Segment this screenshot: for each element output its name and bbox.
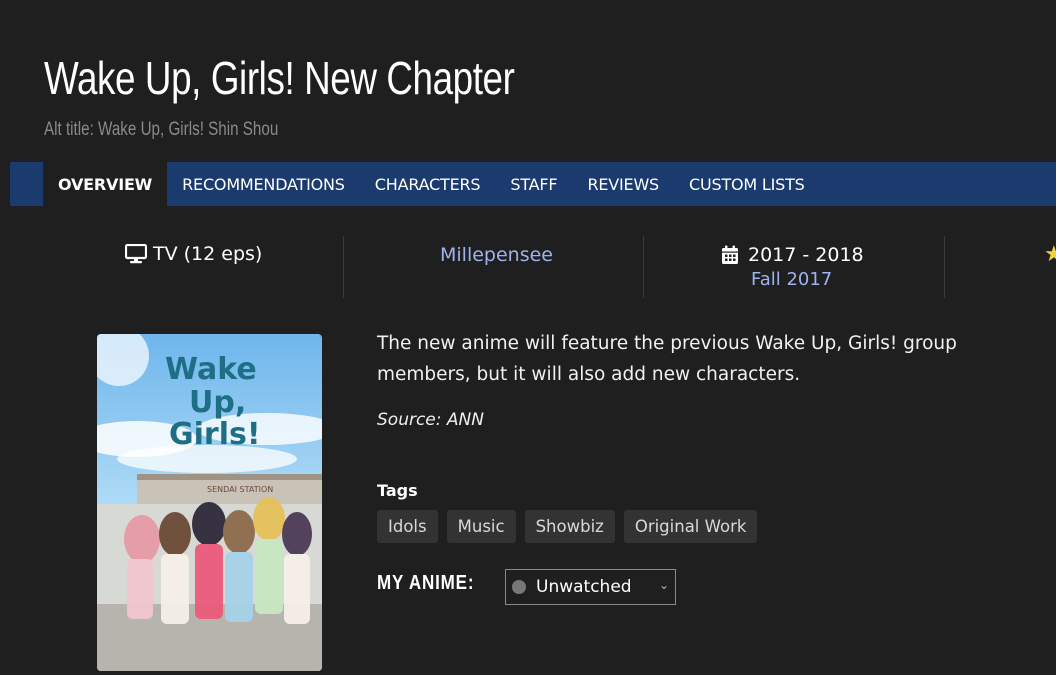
anime-page: Wake Up, Girls! New Chapter Alt title: W… bbox=[0, 0, 1056, 675]
chevron-down-icon: ⌄ bbox=[658, 578, 669, 592]
tag-showbiz[interactable]: Showbiz bbox=[524, 510, 615, 543]
star-icon: ★ bbox=[1044, 242, 1056, 267]
source: Source: ANN bbox=[377, 410, 484, 430]
tag-original-work[interactable]: Original Work bbox=[623, 510, 758, 543]
page-title: Wake Up, Girls! New Chapter bbox=[44, 52, 515, 104]
tag-list: Idols Music Showbiz Original Work bbox=[377, 510, 758, 543]
tab-custom-lists[interactable]: CUSTOM LISTS bbox=[674, 162, 820, 206]
info-type: TV (12 eps) bbox=[44, 236, 344, 298]
my-anime-label: MY ANIME: bbox=[377, 572, 475, 594]
tab-recommendations[interactable]: RECOMMENDATIONS bbox=[167, 162, 360, 206]
tag-idols[interactable]: Idols bbox=[377, 510, 438, 543]
tag-music[interactable]: Music bbox=[446, 510, 516, 543]
tab-bar: OVERVIEW RECOMMENDATIONS CHARACTERS STAF… bbox=[10, 162, 1056, 206]
tags-heading: Tags bbox=[377, 481, 418, 500]
tab-overview[interactable]: OVERVIEW bbox=[43, 162, 168, 206]
watch-status-value: Unwatched bbox=[536, 577, 632, 597]
poster-logo-line-1: Wake bbox=[165, 352, 257, 387]
poster-image: Wake Up, Girls! SENDAI STATION bbox=[97, 334, 322, 671]
tab-staff[interactable]: STAFF bbox=[495, 162, 572, 206]
tab-characters[interactable]: CHARACTERS bbox=[360, 162, 496, 206]
info-dates: 2017 - 2018 Fall 2017 bbox=[644, 236, 945, 298]
poster-station-sign: SENDAI STATION bbox=[207, 485, 273, 494]
season-link[interactable]: Fall 2017 bbox=[751, 269, 832, 290]
poster-logo-line-3: Girls! bbox=[169, 417, 261, 452]
years-text: 2017 - 2018 bbox=[748, 244, 864, 266]
info-studio: Millepensee bbox=[344, 236, 644, 298]
status-dot-icon bbox=[512, 580, 526, 594]
watch-status-select[interactable]: Unwatched ⌄ bbox=[505, 569, 676, 605]
info-row: TV (12 eps) Millepensee 2017 - 2018 Fall… bbox=[44, 236, 1056, 298]
tv-icon bbox=[125, 244, 147, 264]
alt-title: Alt title: Wake Up, Girls! Shin Shou bbox=[44, 119, 279, 140]
synopsis: The new anime will feature the previous … bbox=[377, 333, 957, 385]
studio-link[interactable]: Millepensee bbox=[440, 244, 553, 266]
poster-logo-line-2: Up, bbox=[189, 385, 246, 420]
calendar-icon bbox=[722, 245, 738, 264]
type-text: TV (12 eps) bbox=[153, 243, 263, 265]
tab-reviews[interactable]: REVIEWS bbox=[572, 162, 674, 206]
